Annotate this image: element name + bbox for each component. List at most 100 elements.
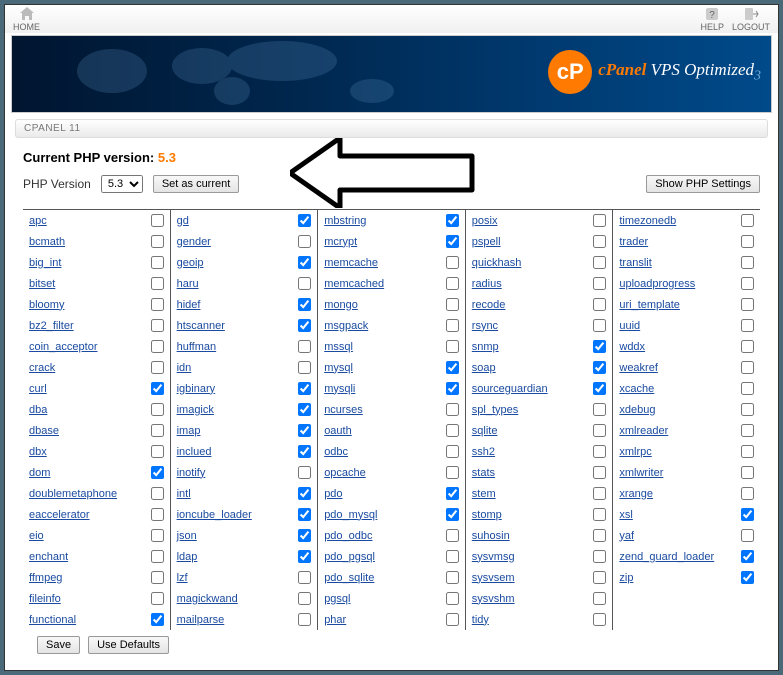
extension-link[interactable]: pdo_pgsql — [324, 551, 375, 563]
extension-link[interactable]: dbase — [29, 425, 59, 437]
extension-link[interactable]: igbinary — [177, 383, 216, 395]
extension-checkbox[interactable] — [446, 613, 459, 626]
extension-checkbox[interactable] — [593, 613, 606, 626]
extension-link[interactable]: pdo_mysql — [324, 509, 377, 521]
extension-checkbox[interactable] — [298, 613, 311, 626]
extension-checkbox[interactable] — [593, 340, 606, 353]
extension-checkbox[interactable] — [593, 466, 606, 479]
extension-link[interactable]: crack — [29, 362, 55, 374]
extension-checkbox[interactable] — [446, 298, 459, 311]
extension-checkbox[interactable] — [151, 487, 164, 500]
extension-checkbox[interactable] — [151, 529, 164, 542]
extension-checkbox[interactable] — [741, 403, 754, 416]
extension-link[interactable]: translit — [619, 257, 651, 269]
extension-checkbox[interactable] — [446, 466, 459, 479]
extension-checkbox[interactable] — [446, 508, 459, 521]
extension-checkbox[interactable] — [151, 445, 164, 458]
extension-checkbox[interactable] — [298, 340, 311, 353]
extension-checkbox[interactable] — [298, 529, 311, 542]
extension-link[interactable]: fileinfo — [29, 593, 61, 605]
extension-link[interactable]: pdo — [324, 488, 342, 500]
extension-link[interactable]: stats — [472, 467, 495, 479]
extension-checkbox[interactable] — [593, 592, 606, 605]
extension-checkbox[interactable] — [151, 508, 164, 521]
extension-checkbox[interactable] — [151, 571, 164, 584]
extension-link[interactable]: lzf — [177, 572, 188, 584]
extension-checkbox[interactable] — [151, 256, 164, 269]
extension-checkbox[interactable] — [593, 361, 606, 374]
extension-checkbox[interactable] — [298, 235, 311, 248]
extension-link[interactable]: gender — [177, 236, 211, 248]
extension-checkbox[interactable] — [298, 214, 311, 227]
extension-checkbox[interactable] — [741, 319, 754, 332]
extension-checkbox[interactable] — [593, 298, 606, 311]
extension-checkbox[interactable] — [741, 382, 754, 395]
extension-checkbox[interactable] — [741, 277, 754, 290]
extension-checkbox[interactable] — [298, 361, 311, 374]
extension-checkbox[interactable] — [298, 550, 311, 563]
extension-link[interactable]: radius — [472, 278, 502, 290]
extension-checkbox[interactable] — [446, 361, 459, 374]
extension-checkbox[interactable] — [446, 592, 459, 605]
extension-checkbox[interactable] — [151, 382, 164, 395]
extension-link[interactable]: big_int — [29, 257, 61, 269]
save-button[interactable]: Save — [37, 636, 80, 654]
extension-checkbox[interactable] — [446, 529, 459, 542]
extension-link[interactable]: pdo_sqlite — [324, 572, 374, 584]
extension-link[interactable]: zip — [619, 572, 633, 584]
extension-checkbox[interactable] — [741, 466, 754, 479]
extension-link[interactable]: mongo — [324, 299, 358, 311]
extension-link[interactable]: intl — [177, 488, 191, 500]
extension-link[interactable]: xsl — [619, 509, 632, 521]
php-version-select[interactable]: 5.3 — [101, 175, 143, 193]
extension-checkbox[interactable] — [298, 571, 311, 584]
extension-checkbox[interactable] — [741, 235, 754, 248]
extension-link[interactable]: inclued — [177, 446, 212, 458]
extension-checkbox[interactable] — [151, 613, 164, 626]
extension-checkbox[interactable] — [593, 256, 606, 269]
extension-checkbox[interactable] — [593, 550, 606, 563]
extension-checkbox[interactable] — [298, 466, 311, 479]
extension-link[interactable]: mysqli — [324, 383, 355, 395]
extension-checkbox[interactable] — [593, 529, 606, 542]
extension-checkbox[interactable] — [298, 382, 311, 395]
extension-link[interactable]: trader — [619, 236, 648, 248]
extension-link[interactable]: pgsql — [324, 593, 350, 605]
extension-link[interactable]: bloomy — [29, 299, 64, 311]
extension-link[interactable]: ssh2 — [472, 446, 495, 458]
extension-link[interactable]: bitset — [29, 278, 55, 290]
extension-link[interactable]: mcrypt — [324, 236, 357, 248]
extension-link[interactable]: hidef — [177, 299, 201, 311]
use-defaults-button[interactable]: Use Defaults — [88, 636, 169, 654]
extension-checkbox[interactable] — [298, 592, 311, 605]
extension-link[interactable]: xmlwriter — [619, 467, 663, 479]
extension-checkbox[interactable] — [593, 235, 606, 248]
extension-link[interactable]: uri_template — [619, 299, 680, 311]
extension-link[interactable]: huffman — [177, 341, 217, 353]
set-current-button[interactable]: Set as current — [153, 175, 239, 193]
extension-checkbox[interactable] — [446, 382, 459, 395]
extension-checkbox[interactable] — [298, 298, 311, 311]
extension-checkbox[interactable] — [298, 403, 311, 416]
extension-link[interactable]: oauth — [324, 425, 352, 437]
extension-checkbox[interactable] — [151, 277, 164, 290]
extension-link[interactable]: quickhash — [472, 257, 522, 269]
extension-checkbox[interactable] — [593, 445, 606, 458]
extension-link[interactable]: bz2_filter — [29, 320, 74, 332]
extension-checkbox[interactable] — [741, 487, 754, 500]
extension-checkbox[interactable] — [741, 424, 754, 437]
extension-link[interactable]: xrange — [619, 488, 653, 500]
extension-checkbox[interactable] — [593, 382, 606, 395]
extension-link[interactable]: ldap — [177, 551, 198, 563]
extension-checkbox[interactable] — [446, 550, 459, 563]
extension-link[interactable]: eaccelerator — [29, 509, 90, 521]
help-link[interactable]: ? HELP — [700, 6, 724, 32]
extension-link[interactable]: soap — [472, 362, 496, 374]
extension-checkbox[interactable] — [741, 550, 754, 563]
extension-checkbox[interactable] — [446, 277, 459, 290]
extension-link[interactable]: sourceguardian — [472, 383, 548, 395]
extension-checkbox[interactable] — [151, 592, 164, 605]
extension-link[interactable]: recode — [472, 299, 506, 311]
extension-checkbox[interactable] — [151, 340, 164, 353]
extension-checkbox[interactable] — [151, 466, 164, 479]
